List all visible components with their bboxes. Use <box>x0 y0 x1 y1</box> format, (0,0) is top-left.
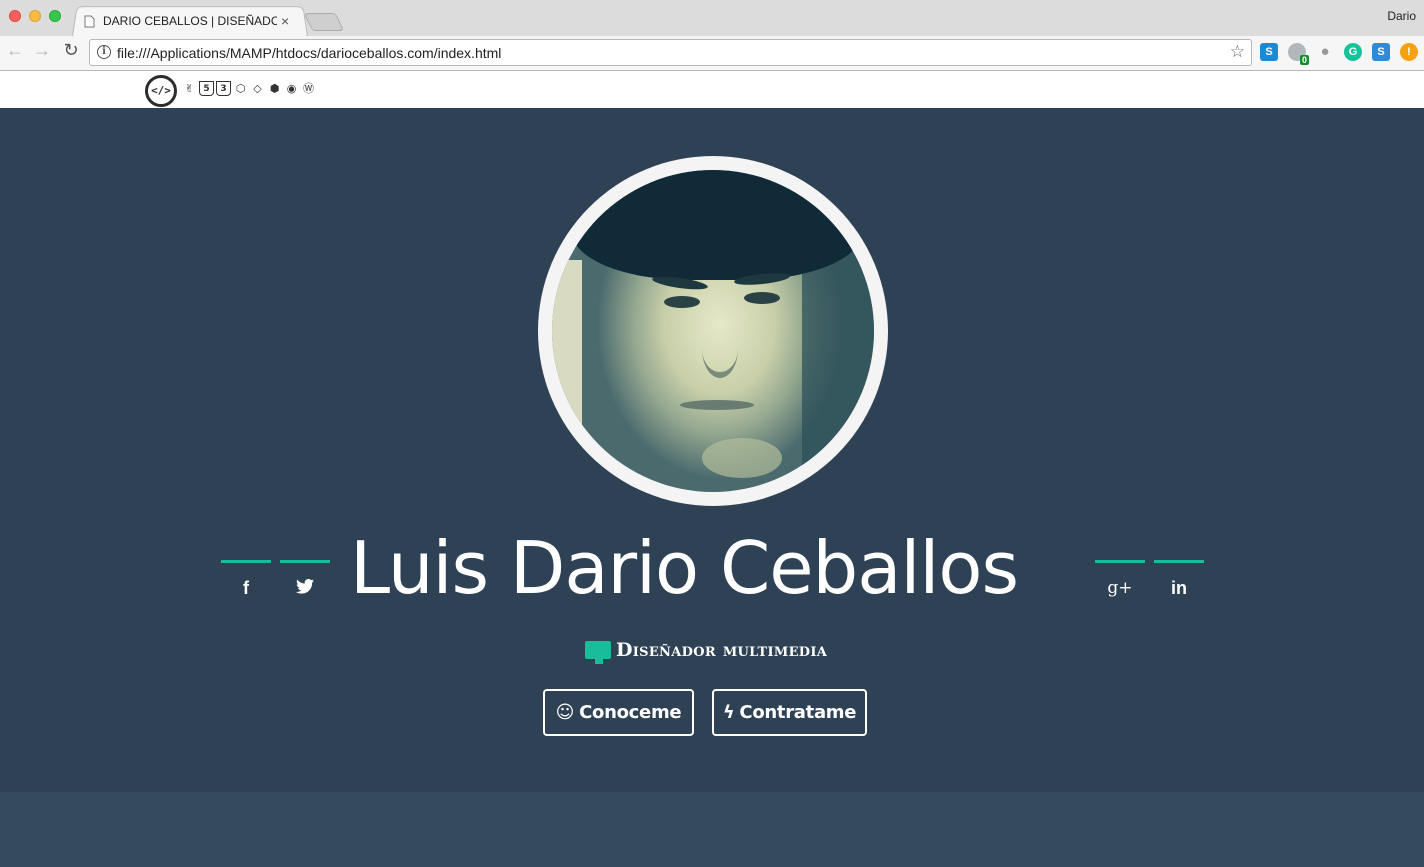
twitter-icon <box>296 578 314 598</box>
html5-icon: 5 <box>199 81 214 96</box>
profile-avatar <box>538 156 888 506</box>
angular-icon: ✌ <box>184 82 195 95</box>
site-topbar: </> ✌ 5 3 ⬡ ◇ ⬢ ◉ Ⓦ <box>0 71 1424 108</box>
subtitle-text: Diseñador multimedia <box>616 639 828 661</box>
ghostery-extension-icon[interactable]: ● <box>1316 43 1334 61</box>
react-icon: ⬡ <box>235 82 246 95</box>
window-controls <box>9 10 61 22</box>
profile-name[interactable]: Dario <box>1387 9 1416 23</box>
bookmark-star-icon[interactable]: ☆ <box>1230 42 1245 62</box>
close-window-button[interactable] <box>9 10 21 22</box>
facebook-icon: f <box>243 578 249 598</box>
address-bar[interactable]: i file:///Applications/MAMP/htdocs/dario… <box>89 39 1252 66</box>
counter-extension-icon[interactable]: 0 <box>1288 43 1309 65</box>
monitor-icon <box>585 641 611 664</box>
alert-extension-icon[interactable]: ! <box>1400 43 1418 61</box>
new-tab-button[interactable] <box>303 13 345 31</box>
skype-extension-icon[interactable]: S <box>1260 43 1278 61</box>
bolt-icon: ϟ <box>722 702 735 723</box>
grammarly-extension-icon[interactable]: G <box>1344 43 1362 61</box>
browser-tab-content[interactable]: DARIO CEBALLOS | DISEÑADOR × <box>84 9 304 33</box>
facebook-link[interactable]: f <box>221 560 271 600</box>
skype-extension-label: S <box>1265 46 1273 58</box>
googleplus-link[interactable]: g+ <box>1095 560 1145 600</box>
info-icon[interactable]: i <box>97 45 111 59</box>
screenshot-extension-icon[interactable]: S <box>1372 43 1390 61</box>
counter-badge: 0 <box>1299 55 1309 65</box>
twitter-link[interactable] <box>280 560 330 600</box>
back-button[interactable]: ← <box>4 40 26 61</box>
linkedin-icon: in <box>1171 578 1187 598</box>
tab-title: DARIO CEBALLOS | DISEÑADOR <box>103 14 277 28</box>
reload-button[interactable]: ↻ <box>60 40 82 61</box>
skill-icons: ✌ 5 3 ⬡ ◇ ⬢ ◉ Ⓦ <box>182 81 316 96</box>
grammarly-extension-label: G <box>1348 46 1358 58</box>
url-text[interactable]: file:///Applications/MAMP/htdocs/darioce… <box>117 45 501 61</box>
profile-photo <box>552 170 874 492</box>
browser-chrome: DARIO CEBALLOS | DISEÑADOR × Dario ← → ↻… <box>0 0 1424 71</box>
forward-button[interactable]: → <box>31 40 53 61</box>
css3-icon: 3 <box>216 81 231 96</box>
wordpress-icon: Ⓦ <box>303 82 314 95</box>
about-me-label: Conoceme <box>579 702 682 723</box>
next-section <box>0 792 1424 867</box>
profile-name-heading: Luis Dario Ceballos <box>350 526 1019 610</box>
sketch-icon: ◇ <box>253 82 262 95</box>
profile-subtitle: Diseñador multimedia <box>585 637 828 664</box>
site-logo[interactable]: </> <box>145 75 177 107</box>
browser-toolbar: ← → ↻ i file:///Applications/MAMP/htdocs… <box>0 36 1424 70</box>
name-row: f Luis Dario Ceballos g+ in <box>0 520 1424 620</box>
codepen-icon: ⬢ <box>269 82 280 95</box>
screenshot-extension-label: S <box>1377 46 1385 58</box>
smile-icon: ☺ <box>555 702 575 723</box>
extensions-bar: S 0 ● G S ! <box>1260 43 1418 65</box>
page-icon <box>84 15 95 27</box>
alert-extension-label: ! <box>1407 46 1411 58</box>
maximize-window-button[interactable] <box>49 10 61 22</box>
linkedin-link[interactable]: in <box>1154 560 1204 600</box>
about-me-button[interactable]: ☺ Conoceme <box>543 689 694 736</box>
hire-me-button[interactable]: ϟ Contratame <box>712 689 867 736</box>
tab-close-icon[interactable]: × <box>281 13 289 29</box>
hire-me-label: Contratame <box>739 702 857 723</box>
github-icon: ◉ <box>286 82 297 95</box>
googleplus-icon: g+ <box>1107 578 1133 598</box>
minimize-window-button[interactable] <box>29 10 41 22</box>
